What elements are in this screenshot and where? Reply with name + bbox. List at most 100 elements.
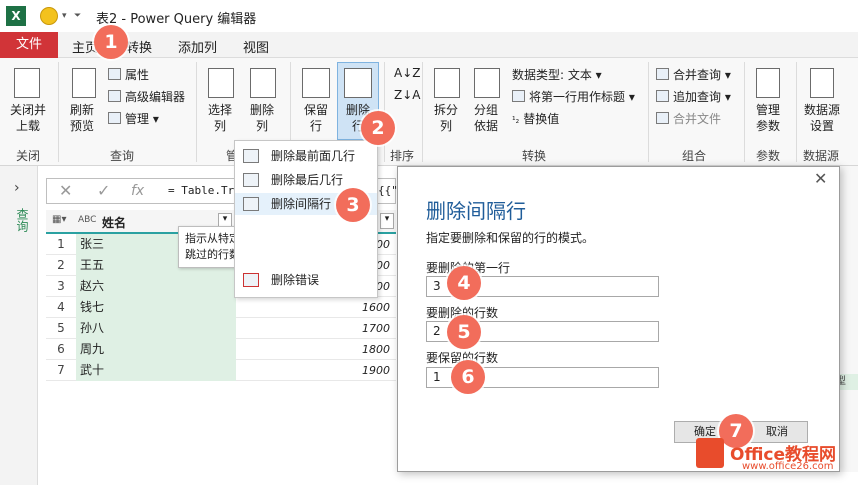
choose-columns-button[interactable]: 选择 列 [200, 102, 240, 134]
window-title: 表2 - Power Query 编辑器 [96, 12, 257, 27]
dialog-description: 指定要删除和保留的行的模式。 [426, 231, 595, 245]
first-row-header-button[interactable]: 将第一行用作标题 ▾ [512, 88, 635, 105]
table-row[interactable]: 7 武十 1900 [46, 360, 396, 381]
remove-bottom-rows-icon [243, 173, 259, 187]
merge-icon [656, 68, 669, 80]
smiley-feedback-icon[interactable] [40, 7, 58, 25]
menu-item-label: 删除最后几行 [271, 173, 344, 187]
remove-columns-button[interactable]: 删除 列 [242, 102, 282, 134]
cell-value[interactable]: 1800 [236, 339, 394, 360]
remove-rows-icon [344, 68, 372, 98]
cell-name[interactable]: 孙八 [76, 318, 236, 339]
advanced-editor-label: 高级编辑器 [125, 90, 186, 104]
data-type-dropdown[interactable]: 数据类型: 文本 ▾ [512, 66, 602, 83]
office-logo-icon [696, 438, 724, 468]
manage-label: 管理 [125, 112, 150, 126]
cell-name[interactable]: 武十 [76, 360, 236, 381]
column-header-name[interactable]: 姓名 [102, 214, 126, 231]
refresh-icon [72, 68, 96, 98]
title-bar: X ▾ ⏷ 表2 - Power Query 编辑器 [0, 0, 858, 32]
combine-files-label: 合并文件 [673, 112, 722, 126]
dialog-title: 删除间隔行 [426, 199, 526, 223]
data-type-label: 数据类型: 文本 [512, 68, 592, 82]
tab-add-column[interactable]: 添加列 [178, 37, 217, 56]
table-header-icon [512, 90, 525, 102]
close-upload-button[interactable]: 关闭并 上载 [4, 102, 52, 134]
cell-name[interactable]: 周九 [76, 339, 236, 360]
row-number: 7 [57, 363, 65, 377]
row-number: 5 [57, 321, 65, 335]
advanced-editor-button[interactable]: 高级编辑器 [108, 88, 185, 105]
step-badge: 1 [94, 25, 128, 59]
formula-text[interactable]: = Table.Tr [168, 184, 234, 197]
remove-columns-icon [250, 68, 276, 98]
data-source-settings-button[interactable]: 数据源 设置 [800, 102, 844, 134]
row-number: 1 [57, 237, 65, 251]
divider [58, 62, 59, 162]
cell-name[interactable]: 钱七 [76, 297, 236, 318]
divider [648, 62, 649, 162]
cell-value[interactable]: 1600 [236, 297, 394, 318]
table-menu-icon[interactable]: ▦▾ [52, 214, 66, 225]
watermark-url: www.office26.com [742, 461, 834, 472]
confirm-formula-icon[interactable]: ✓ [97, 181, 110, 200]
group-label-query: 查询 [110, 149, 135, 163]
sort-ascending-icon[interactable]: A↓Z [394, 66, 420, 80]
cell-name[interactable]: 赵六 [76, 276, 236, 297]
column-type-icon[interactable]: ABC [78, 215, 96, 225]
keep-rows-button[interactable]: 保留 行 [296, 102, 336, 134]
manage-button[interactable]: 管理 ▾ [108, 110, 159, 127]
merge-queries-button[interactable]: 合并查询 ▾ [656, 66, 731, 83]
menu-item-remove-errors[interactable]: 删除错误 [235, 269, 377, 291]
formula-tail: {{" [378, 184, 398, 197]
menu-item-label: 删除间隔行 [271, 197, 332, 211]
append-icon [656, 90, 669, 102]
parameters-icon [756, 68, 780, 98]
row-number: 6 [57, 342, 65, 356]
excel-logo-icon: X [6, 6, 26, 26]
group-by-button[interactable]: 分组 依据 [466, 102, 506, 134]
append-queries-label: 追加查询 [673, 90, 722, 104]
tab-transform[interactable]: 转换 [126, 37, 152, 56]
chevron-down-icon[interactable]: ▾ [62, 11, 67, 21]
cell-value[interactable]: 1900 [236, 360, 394, 381]
group-by-icon [474, 68, 500, 98]
row-number: 4 [57, 300, 65, 314]
group-label-combine: 组合 [682, 149, 707, 163]
queries-pane-label[interactable]: 查询 [14, 208, 31, 232]
ribbon: 关闭并 上载 关闭 刷新 预览 属性 高级编辑器 管理 ▾ 查询 选择 列 删除… [0, 58, 858, 166]
combine-files-button[interactable]: 合并文件 [656, 110, 721, 127]
table-row[interactable]: 6 周九 1800 [46, 339, 396, 360]
expand-queries-icon[interactable]: › [14, 180, 20, 196]
append-queries-button[interactable]: 追加查询 ▾ [656, 88, 731, 105]
menu-item-label: 删除最前面几行 [271, 149, 356, 163]
group-label-sort: 排序 [390, 149, 415, 163]
refresh-preview-button[interactable]: 刷新 预览 [62, 102, 102, 134]
step-badge: 2 [361, 111, 395, 145]
cell-value[interactable]: 1700 [236, 318, 394, 339]
column-filter-icon[interactable]: ▾ [380, 213, 394, 229]
properties-button[interactable]: 属性 [108, 66, 149, 83]
table-row[interactable]: 4 钱七 1600 [46, 297, 396, 318]
close-icon[interactable]: ✕ [814, 169, 827, 188]
first-row-header-label: 将第一行用作标题 [529, 90, 626, 104]
row-number: 2 [57, 258, 65, 272]
menu-item-remove-top-rows[interactable]: 删除最前面几行 [235, 145, 377, 167]
manage-parameters-button[interactable]: 管理 参数 [748, 102, 788, 134]
manage-icon [108, 112, 121, 124]
fx-icon[interactable]: fx [131, 183, 144, 199]
split-column-icon [434, 68, 460, 98]
divider [422, 62, 423, 162]
customize-qat-icon[interactable]: ⏷ [74, 11, 81, 21]
group-label-close: 关闭 [16, 149, 41, 163]
menu-item-label: 删除错误 [271, 273, 320, 287]
tab-file[interactable]: 文件 [0, 32, 58, 58]
cancel-formula-icon[interactable]: ✕ [59, 181, 72, 200]
step-badge: 6 [451, 360, 485, 394]
table-row[interactable]: 5 孙八 1700 [46, 318, 396, 339]
tab-view[interactable]: 视图 [243, 37, 269, 56]
step-badge: 4 [447, 266, 481, 300]
sort-descending-icon[interactable]: Z↓A [394, 88, 420, 102]
replace-values-button[interactable]: ¹₂ 替换值 [512, 110, 559, 127]
split-column-button[interactable]: 拆分 列 [426, 102, 466, 134]
